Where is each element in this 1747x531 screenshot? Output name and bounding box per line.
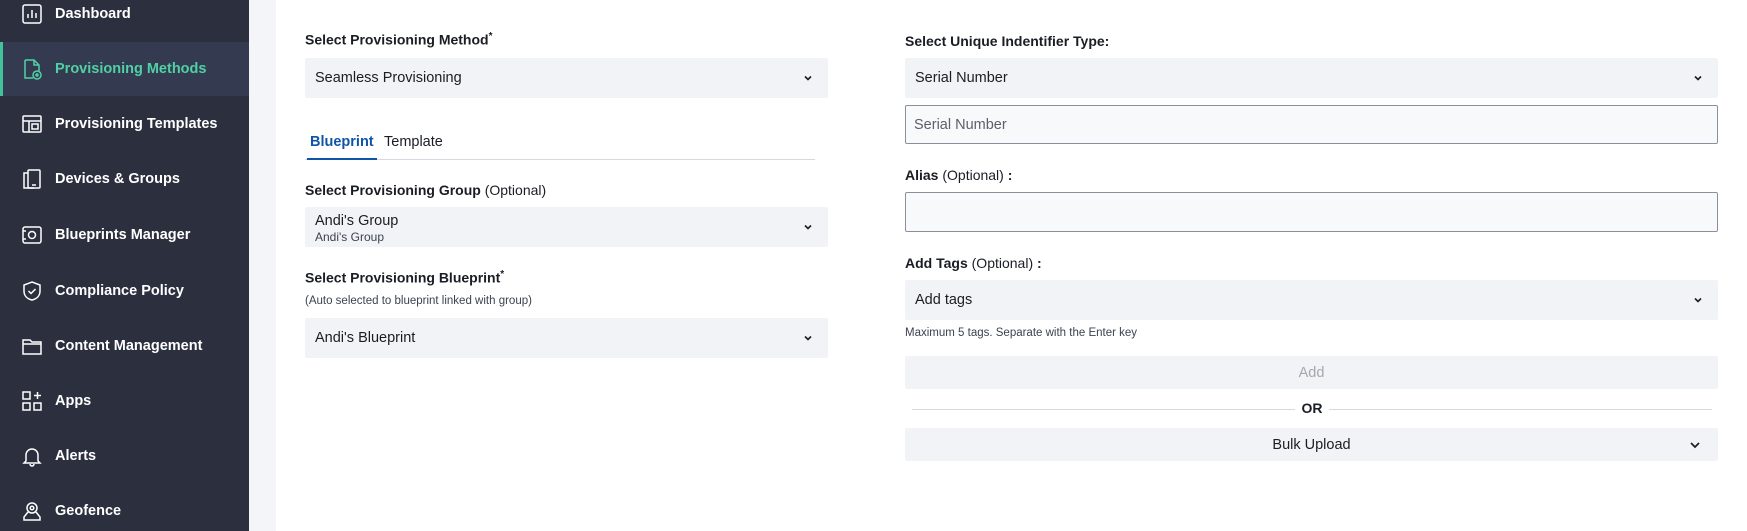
tags-select[interactable]: Add tags (905, 280, 1718, 320)
sidebar-item-label: Provisioning Templates (55, 116, 218, 132)
content-gutter (249, 0, 276, 531)
blueprints-icon (21, 224, 43, 246)
alias-label: Alias (Optional) : (905, 167, 1012, 183)
provisioning-group-label-text: Select Provisioning Group (305, 182, 481, 198)
provisioning-group-label: Select Provisioning Group (Optional) (305, 182, 546, 198)
provisioning-group-value-main: Andi's Group (315, 213, 399, 229)
alias-label-text: Alias (905, 167, 939, 183)
provisioning-blueprint-label-text: Select Provisioning Blueprint (305, 269, 501, 286)
chevron-down-icon (1688, 438, 1702, 452)
sidebar-item-label: Provisioning Methods (55, 61, 207, 77)
add-button[interactable]: Add (905, 356, 1718, 389)
tags-hint: Maximum 5 tags. Separate with the Enter … (905, 327, 1138, 339)
serial-number-input[interactable] (905, 105, 1718, 144)
provisioning-blueprint-label: Select Provisioning Blueprint* (305, 269, 504, 286)
sidebar-item-label: Compliance Policy (55, 283, 184, 299)
alias-colon: : (1007, 167, 1013, 183)
sidebar: Dashboard Provisioning Methods Provision… (0, 0, 249, 531)
provisioning-method-select[interactable]: Seamless Provisioning (305, 58, 828, 98)
sidebar-item-geofence[interactable]: Geofence (0, 484, 249, 531)
required-marker: * (500, 269, 505, 280)
tab-template[interactable]: Template (381, 128, 446, 160)
chevron-down-icon (802, 221, 814, 233)
identifier-type-label: Select Unique Indentifier Type: (905, 33, 1110, 49)
required-marker: * (488, 31, 493, 42)
provisioning-method-label: Select Provisioning Method* (305, 31, 493, 48)
provisioning-group-select[interactable]: Andi's Group Andi's Group (305, 207, 828, 247)
sidebar-item-compliance-policy[interactable]: Compliance Policy (0, 264, 249, 318)
devices-icon (21, 168, 43, 190)
sidebar-item-dashboard[interactable]: Dashboard (0, 0, 249, 41)
sidebar-item-provisioning-templates[interactable]: Provisioning Templates (0, 97, 249, 151)
sidebar-item-label: Devices & Groups (55, 171, 180, 187)
chevron-down-icon (1692, 72, 1704, 84)
shield-icon (21, 280, 43, 302)
provisioning-blueprint-value: Andi's Blueprint (315, 330, 416, 346)
alias-input[interactable] (905, 192, 1718, 232)
sidebar-item-devices-groups[interactable]: Devices & Groups (0, 152, 249, 206)
tags-label-text: Add Tags (905, 255, 968, 271)
apps-icon (21, 390, 43, 412)
provisioning-method-value: Seamless Provisioning (315, 70, 462, 86)
bell-icon (21, 445, 43, 467)
chevron-down-icon (802, 72, 814, 84)
optional-marker: (Optional) (484, 182, 547, 198)
sidebar-item-blueprints-manager[interactable]: Blueprints Manager (0, 208, 249, 262)
sidebar-item-label: Blueprints Manager (55, 227, 191, 243)
location-icon (21, 500, 43, 522)
blueprint-template-tabs: Blueprint Template (305, 128, 815, 160)
provisioning-group-value: Andi's Group Andi's Group (315, 213, 398, 244)
optional-marker: (Optional) (971, 255, 1034, 271)
sidebar-item-label: Alerts (55, 448, 97, 464)
sidebar-item-provisioning-methods[interactable]: Provisioning Methods (0, 42, 249, 96)
folder-icon (21, 335, 43, 357)
or-label: OR (1295, 400, 1329, 416)
identifier-type-select[interactable]: Serial Number (905, 58, 1718, 98)
tags-placeholder: Add tags (915, 292, 973, 308)
chevron-down-icon (1692, 294, 1704, 306)
sidebar-item-label: Dashboard (55, 6, 131, 22)
sidebar-item-label: Content Management (55, 338, 203, 354)
sidebar-item-label: Apps (55, 393, 92, 409)
provisioning-method-label-text: Select Provisioning Method (305, 31, 489, 48)
identifier-type-value: Serial Number (915, 70, 1008, 86)
tags-label: Add Tags (Optional) : (905, 255, 1042, 271)
chevron-down-icon (802, 332, 814, 344)
sidebar-item-label: Geofence (55, 503, 122, 519)
tags-colon: : (1037, 255, 1042, 271)
templates-icon (21, 113, 43, 135)
bulk-upload-button[interactable]: Bulk Upload (905, 428, 1718, 461)
tab-blueprint[interactable]: Blueprint (307, 128, 377, 160)
dashboard-icon (21, 3, 43, 25)
sidebar-item-content-management[interactable]: Content Management (0, 319, 249, 373)
sidebar-item-apps[interactable]: Apps (0, 374, 249, 428)
bulk-upload-label: Bulk Upload (1272, 436, 1351, 453)
provisioning-group-value-sub: Andi's Group (315, 230, 384, 244)
blueprint-hint: (Auto selected to blueprint linked with … (305, 295, 532, 307)
provisioning-methods-icon (21, 58, 43, 80)
optional-marker: (Optional) (942, 167, 1004, 183)
provisioning-blueprint-select[interactable]: Andi's Blueprint (305, 318, 828, 358)
sidebar-item-alerts[interactable]: Alerts (0, 429, 249, 483)
